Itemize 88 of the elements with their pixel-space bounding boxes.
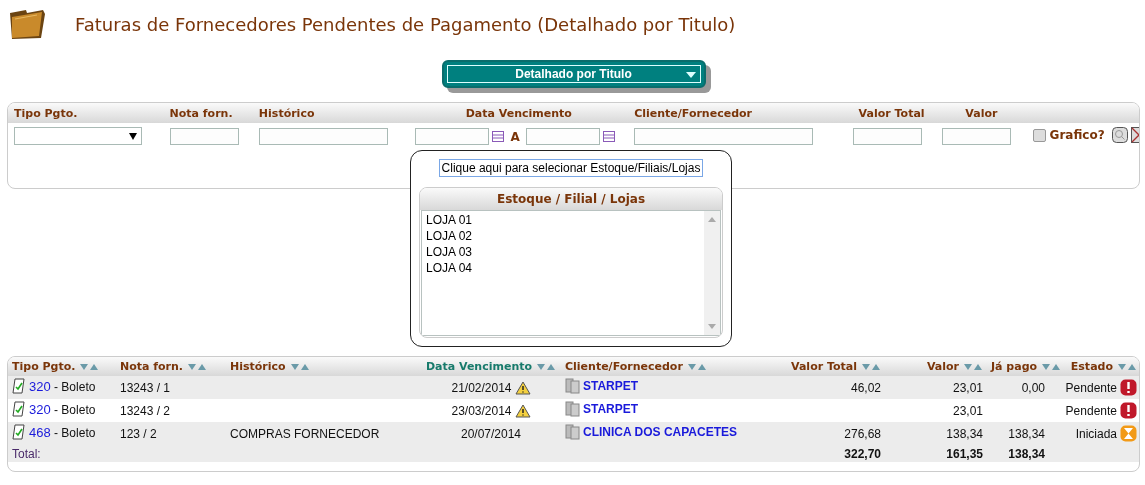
table-cell: 23,01 (952, 380, 983, 395)
payment-type: - Boleto (53, 402, 96, 417)
chart-checkbox[interactable]: Grafico? (1032, 128, 1105, 142)
sort-icon[interactable] (289, 362, 310, 371)
filter-label: Cliente/Fornecedor (634, 106, 752, 120)
table-cell: 276,68 (844, 426, 881, 441)
sort-icon[interactable] (1041, 362, 1062, 371)
scroll-up-icon[interactable] (708, 217, 716, 222)
store-item[interactable]: LOJA 02 (426, 228, 700, 244)
supplier-link[interactable]: STARPET (583, 379, 639, 393)
store-item[interactable]: LOJA 04 (426, 260, 700, 276)
store-item[interactable]: LOJA 01 (426, 212, 700, 228)
calendar-icon[interactable] (492, 131, 505, 143)
date-to-field[interactable] (525, 128, 600, 146)
column-header[interactable]: Nota forn. (120, 360, 184, 373)
range-separator: A (510, 129, 520, 144)
table-cell: 46,02 (850, 380, 881, 395)
total-label: Total: (12, 446, 41, 461)
warning-icon (514, 380, 531, 395)
filter-field[interactable] (258, 128, 388, 146)
total-value: 138,34 (1008, 446, 1045, 461)
payment-link[interactable]: 320 (29, 378, 51, 394)
scrollbar[interactable] (704, 211, 720, 335)
sort-icon[interactable] (963, 362, 983, 371)
date-from-field[interactable] (415, 128, 490, 146)
table-cell: 138,34 (946, 426, 983, 441)
table-cell: 0,00 (1021, 380, 1045, 395)
sort-icon[interactable] (861, 362, 881, 371)
store-select-button[interactable]: Clique aqui para selecionar Estoque/Filiais/Lojas (438, 159, 704, 177)
caret-icon (685, 72, 696, 78)
document-check-icon (12, 378, 26, 394)
total-value: 161,35 (946, 446, 983, 461)
filter-field[interactable] (169, 128, 239, 146)
table-cell: 13243 / 2 (120, 403, 171, 418)
caret-icon (129, 132, 137, 140)
table-cell: COMPRAS FORNECEDOR (230, 426, 380, 441)
supplier-link[interactable]: CLINICA DOS CAPACETES (583, 425, 737, 439)
filter-field[interactable] (942, 128, 1012, 146)
supplier-link[interactable]: STARPET (583, 402, 639, 416)
filter-label: Nota forn. (169, 106, 233, 120)
column-header[interactable]: Já pago (991, 360, 1038, 373)
column-header[interactable]: Data Vencimento (425, 360, 533, 373)
payment-type: - Boleto (53, 425, 96, 440)
column-header[interactable]: Histórico (230, 360, 286, 373)
column-header[interactable]: Estado (1070, 360, 1113, 373)
store-item[interactable]: LOJA 03 (426, 244, 700, 260)
store-panel-title: Estoque / Filial / Lojas (420, 188, 722, 210)
status-text: Pendente (1065, 380, 1117, 395)
column-header[interactable]: Cliente/Fornecedor (565, 360, 683, 373)
filter-label: Tipo Pgto. (14, 106, 78, 120)
filter-field[interactable] (634, 128, 814, 146)
filter-label: Valor Total (858, 106, 925, 120)
sort-icon[interactable] (187, 362, 208, 371)
document-check-icon (12, 424, 26, 440)
payment-link[interactable]: 468 (29, 424, 51, 440)
filter-label: Data Vencimento (465, 106, 572, 120)
column-header[interactable]: Valor Total (791, 360, 857, 373)
table-cell: 23,01 (952, 403, 983, 418)
copies-icon (565, 378, 580, 394)
status-text: Pendente (1065, 403, 1117, 418)
filter-field[interactable] (852, 128, 922, 146)
table-cell: 13243 / 1 (120, 380, 171, 395)
search-icon[interactable] (1111, 127, 1128, 143)
table-cell: 138,34 (1008, 426, 1045, 441)
table-cell: 20/07/2014 (460, 426, 522, 441)
table-cell: 123 / 2 (120, 426, 157, 441)
sort-icon[interactable] (536, 362, 557, 371)
calendar-icon[interactable] (602, 131, 615, 143)
payment-type-select[interactable] (14, 127, 142, 146)
payment-link[interactable]: 320 (29, 401, 51, 417)
warning-icon (514, 403, 531, 418)
scroll-down-icon[interactable] (708, 324, 716, 329)
filter-label: Histórico (258, 106, 315, 120)
table-cell: 23/03/2014 (451, 403, 512, 418)
folder-icon (7, 7, 47, 41)
sort-icon[interactable] (1117, 362, 1137, 371)
column-header[interactable]: Valor (926, 360, 959, 373)
sort-icon[interactable] (686, 362, 707, 371)
filter-label: Valor (965, 106, 998, 120)
column-header[interactable]: Tipo Pgto. (12, 360, 76, 373)
table-cell: 21/02/2014 (451, 380, 512, 395)
copies-icon (565, 401, 580, 417)
page-title: Faturas de Fornecedores Pendentes de Pagamento (Detalhado por Titulo) (75, 13, 736, 35)
payment-type: - Boleto (53, 379, 96, 394)
status-text: Iniciada (1075, 426, 1117, 441)
sort-icon[interactable] (79, 362, 100, 371)
copies-icon (565, 424, 580, 440)
total-value: 322,70 (844, 446, 881, 461)
